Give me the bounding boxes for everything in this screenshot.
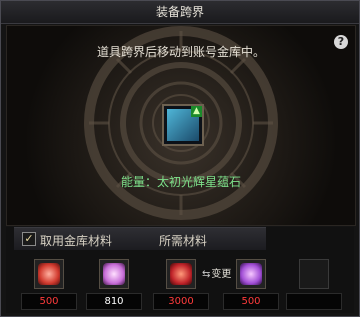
material-slot-empty[interactable] — [299, 259, 329, 289]
equipment-transfer-window: 装备跨界 ? 道具跨界后移动到账号金库中。 ▲ 能量：太初光辉星蕴石 ✓ 取用金… — [0, 0, 360, 317]
swap-material-button[interactable]: ⇆变更 — [202, 265, 231, 280]
material-qty-2: 810 — [86, 293, 142, 310]
title-bar[interactable]: 装备跨界 — [1, 1, 359, 24]
use-vault-materials-checkbox[interactable]: ✓ — [22, 232, 36, 246]
use-vault-materials-label: 取用金库材料 — [40, 234, 113, 248]
transfer-panel: ? 道具跨界后移动到账号金库中。 ▲ 能量：太初光辉星蕴石 — [6, 25, 356, 226]
material-qty-4: 500 — [223, 293, 279, 310]
red-emblem-icon — [170, 263, 192, 285]
material-slot-1[interactable] — [34, 259, 64, 289]
window-title: 装备跨界 — [155, 5, 204, 19]
upgrade-arrow-icon: ▲ — [191, 106, 202, 117]
material-slot-3[interactable] — [166, 259, 196, 289]
energy-label: 能量：太初光辉星蕴石 — [120, 175, 241, 189]
pink-orb-icon — [103, 263, 125, 285]
purple-crystal-icon — [240, 263, 262, 285]
material-slot-2[interactable] — [99, 259, 129, 289]
material-qty-1: 500 — [21, 293, 77, 310]
transfer-message: 道具跨界后移动到账号金库中。 — [96, 45, 265, 59]
swap-label: 变更 — [211, 269, 232, 280]
materials-header: ✓ 取用金库材料 所需材料 — [14, 227, 266, 250]
required-materials-label: 所需材料 — [159, 234, 208, 248]
swap-arrows-icon: ⇆ — [202, 269, 211, 280]
materials-section: ✓ 取用金库材料 所需材料 ⇆变更 500 810 3000 500 — [6, 227, 354, 313]
material-qty-3: 3000 — [153, 293, 209, 310]
equipment-item-slot[interactable]: ▲ — [162, 104, 204, 146]
material-slot-4[interactable] — [236, 259, 266, 289]
material-qty-empty — [286, 293, 342, 310]
red-crystal-icon — [38, 263, 60, 285]
